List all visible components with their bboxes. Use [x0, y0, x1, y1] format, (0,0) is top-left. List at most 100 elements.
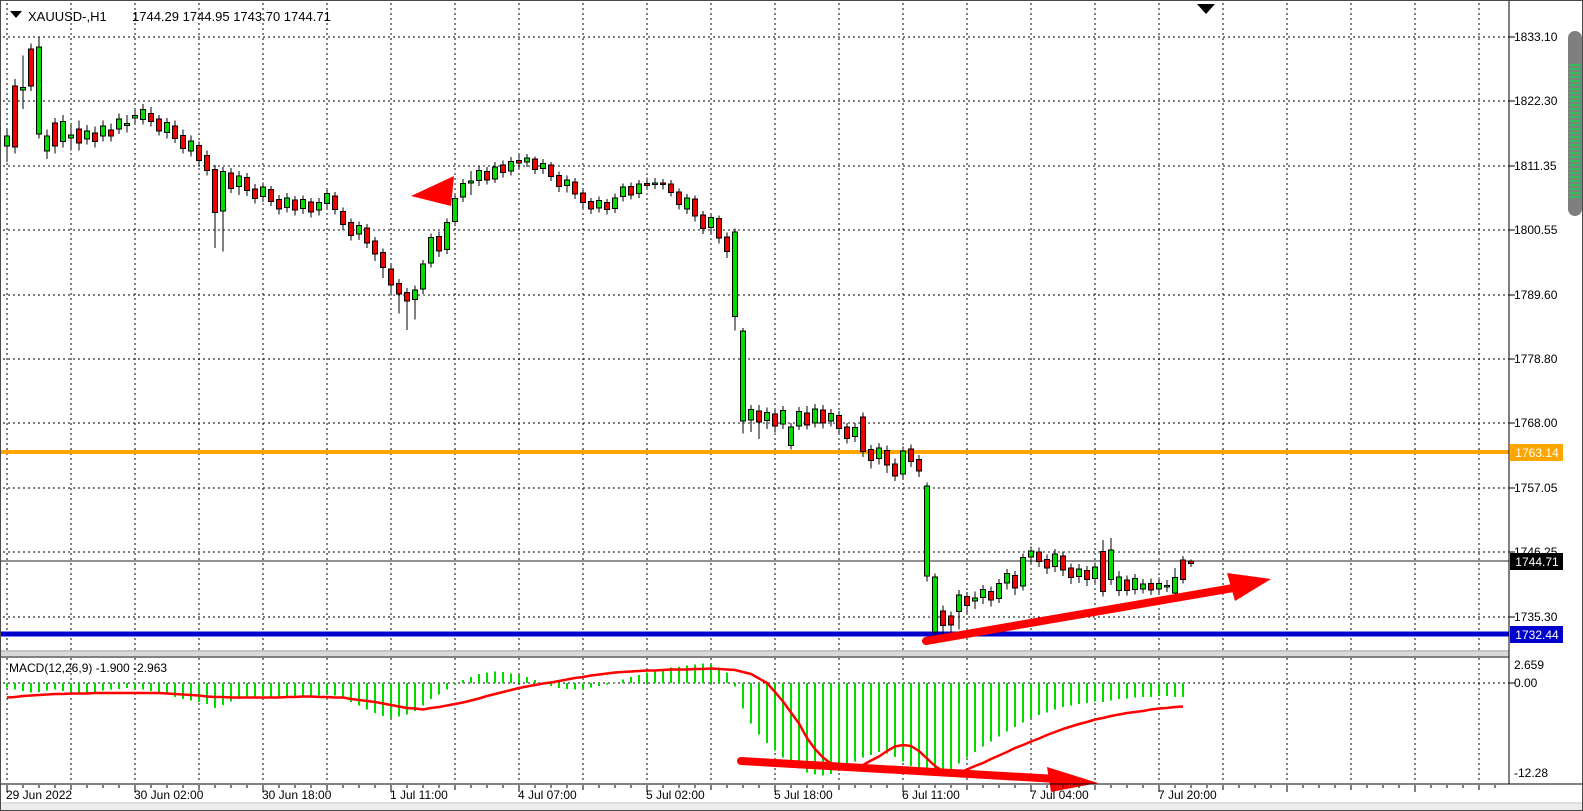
candle-bull	[429, 238, 434, 264]
candle-bull	[853, 428, 858, 437]
candle-bull	[5, 136, 10, 146]
time-axis-label: 30 Jun 02:00	[134, 788, 204, 802]
candle-bull	[597, 201, 602, 209]
candle-bull	[525, 158, 530, 162]
candle-bull	[925, 486, 930, 576]
candle-bear	[149, 114, 154, 122]
price-tick-label: 1789.60	[1514, 288, 1558, 302]
candle-bull	[285, 198, 290, 208]
candle-bull	[469, 181, 474, 183]
candle-bull	[973, 598, 978, 601]
candle-bear	[181, 136, 186, 149]
candle-bear	[365, 228, 370, 243]
candle-bear	[333, 196, 338, 210]
price-tick-label: 1822.30	[1514, 94, 1558, 108]
candle-bear	[581, 193, 586, 203]
candle-bear	[1061, 556, 1066, 570]
price-tick-label: 1833.10	[1514, 30, 1558, 44]
candle-bull	[1173, 578, 1178, 594]
candle-bear	[893, 464, 898, 476]
candle-bear	[1085, 571, 1090, 580]
candle-bear	[405, 293, 410, 302]
candle-bear	[389, 269, 394, 285]
time-axis-label: 6 Jul 11:00	[902, 788, 960, 802]
candle-bear	[869, 450, 874, 461]
price-tick-label: 1800.55	[1514, 223, 1558, 237]
candle-bull	[85, 131, 90, 139]
candle-bear	[629, 187, 634, 196]
candle-bull	[621, 187, 626, 197]
candle-bull	[1005, 574, 1010, 584]
candle-bull	[509, 162, 514, 172]
candle-bull	[653, 183, 658, 185]
candle-bull	[613, 198, 618, 209]
candle-bear	[1069, 568, 1074, 578]
candle-bear	[701, 215, 706, 229]
candle-bear	[517, 161, 522, 164]
candle-bear	[501, 165, 506, 173]
candle-bull	[709, 218, 714, 228]
time-axis-label: 7 Jul 04:00	[1030, 788, 1089, 802]
candle-bear	[173, 126, 178, 139]
price-chart-canvas[interactable]: 1833.101822.301811.351800.551789.601778.…	[1, 1, 1583, 811]
candle-bear	[917, 460, 922, 472]
candle-bear	[437, 237, 442, 252]
current-price-badge: 1744.71	[1510, 553, 1563, 570]
candle-bull	[877, 448, 882, 459]
candle-bear	[269, 190, 274, 202]
candle-bull	[797, 412, 802, 427]
candle-bear	[397, 284, 402, 295]
candle-bear	[805, 413, 810, 425]
candle-bear	[941, 611, 946, 626]
candle-bull	[741, 331, 746, 421]
candle-bull	[61, 122, 66, 142]
candle-bear	[821, 410, 826, 423]
candle-bull	[69, 135, 74, 138]
candle-bear	[965, 597, 970, 606]
candle-bear	[277, 200, 282, 210]
candle-bear	[213, 170, 218, 213]
time-axis-label: 29 Jun 2022	[6, 788, 72, 802]
macd-axis-min: -12.28	[1514, 766, 1548, 780]
candle-bull	[357, 226, 362, 235]
candle-bear	[909, 449, 914, 462]
candle-bull	[453, 199, 458, 222]
chart-title-ohlc: 1744.29 1744.95 1743.70 1744.71	[132, 9, 331, 24]
time-axis-label: 5 Jul 02:00	[646, 788, 705, 802]
candle-bear	[949, 616, 954, 625]
candle-bull	[1157, 584, 1162, 590]
candle-bear	[77, 129, 82, 143]
candle-bull	[445, 223, 450, 250]
candle-bull	[981, 590, 986, 598]
right-scrollbar[interactable]	[1568, 31, 1582, 216]
candle-bear	[693, 199, 698, 216]
candle-bear	[29, 49, 34, 86]
candle-bull	[117, 119, 122, 129]
candle-bull	[237, 176, 242, 187]
candle-bear	[725, 237, 730, 252]
candle-bull	[421, 264, 426, 289]
candle-bull	[1053, 554, 1058, 567]
candle-bear	[837, 416, 842, 429]
candle-bear	[1181, 560, 1186, 580]
candle-bear	[381, 253, 386, 268]
candle-bull	[1109, 550, 1114, 580]
candle-bull	[261, 187, 266, 197]
mt4-chart-window: 1833.101822.301811.351800.551789.601778.…	[0, 0, 1583, 811]
candle-bear	[293, 200, 298, 210]
candle-bull	[997, 584, 1002, 599]
candle-bear	[1101, 552, 1106, 592]
candle-bear	[645, 184, 650, 186]
candle-bear	[533, 159, 538, 170]
macd-indicator-label: MACD(12,26,9) -1.900 -2.963	[9, 661, 167, 675]
panel-separator-band[interactable]	[1, 652, 1509, 656]
candle-bear	[1013, 576, 1018, 589]
candle-bear	[373, 241, 378, 254]
candle-bull	[461, 184, 466, 198]
candle-bear	[605, 203, 610, 210]
chart-title-symbol: XAUUSD-,H1	[28, 9, 107, 24]
candle-bear	[669, 184, 674, 193]
candle-bull	[901, 451, 906, 474]
time-axis-label: 5 Jul 18:00	[774, 788, 833, 802]
candle-bull	[733, 232, 738, 317]
